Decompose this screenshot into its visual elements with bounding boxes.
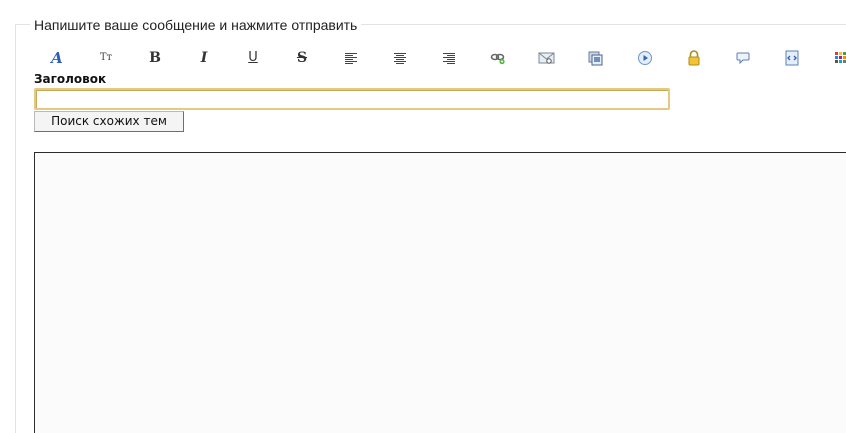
color-button[interactable] <box>830 47 846 69</box>
align-center-button[interactable] <box>389 47 411 69</box>
color-palette-icon <box>835 52 846 63</box>
speech-bubble-icon <box>736 52 750 65</box>
form-legend: Напишите ваше сообщение и нажмите отправ… <box>30 16 362 34</box>
strikethrough-icon: S <box>296 50 308 66</box>
video-button[interactable] <box>634 47 656 69</box>
image-button[interactable] <box>585 47 607 69</box>
underline-button[interactable]: U <box>242 47 264 69</box>
quote-button[interactable] <box>732 47 754 69</box>
italic-button[interactable]: I <box>193 47 215 69</box>
bold-icon: B <box>149 50 161 66</box>
search-similar-topics-button[interactable]: Поиск схожих тем <box>34 111 184 132</box>
strikethrough-button[interactable]: S <box>291 47 313 69</box>
font-face-icon: A <box>51 49 63 67</box>
title-label: Заголовок <box>34 72 107 86</box>
link-button[interactable] <box>487 47 509 69</box>
message-textarea[interactable] <box>34 152 846 433</box>
code-icon <box>785 50 799 66</box>
font-size-button[interactable]: Tт <box>95 47 117 69</box>
link-icon <box>490 53 505 65</box>
lock-icon <box>688 50 700 66</box>
post-form-page: Напишите ваше сообщение и нажмите отправ… <box>0 0 846 433</box>
code-button[interactable] <box>781 47 803 69</box>
font-size-icon: Tт <box>99 52 113 63</box>
editor-toolbar: A Tт B I U S <box>34 47 846 71</box>
underline-icon: U <box>248 50 258 65</box>
align-center-icon <box>394 53 406 64</box>
align-left-button[interactable] <box>340 47 362 69</box>
hide-button[interactable] <box>683 47 705 69</box>
bold-button[interactable]: B <box>144 47 166 69</box>
email-button[interactable] <box>536 47 558 69</box>
align-left-icon <box>345 53 357 64</box>
image-icon <box>588 51 603 65</box>
video-icon <box>638 51 652 65</box>
italic-icon: I <box>200 50 208 66</box>
email-icon <box>538 52 555 64</box>
align-right-icon <box>443 53 455 64</box>
align-right-button[interactable] <box>438 47 460 69</box>
title-input[interactable] <box>34 88 670 110</box>
font-face-button[interactable]: A <box>46 47 68 69</box>
